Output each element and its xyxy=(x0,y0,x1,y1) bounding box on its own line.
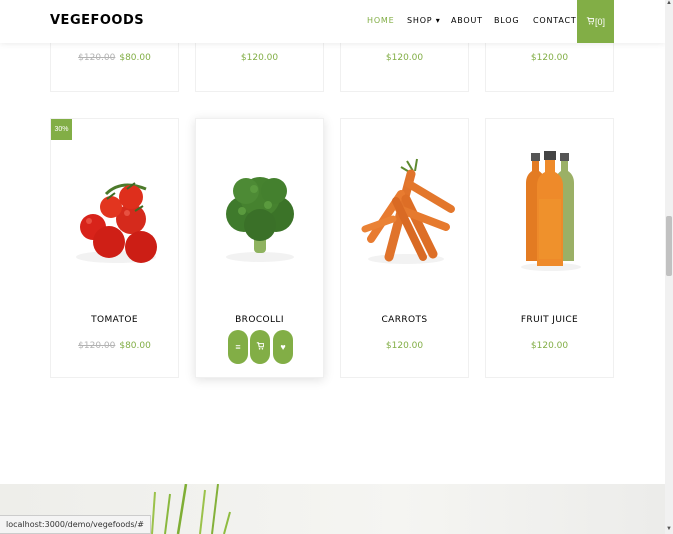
product-card-fruit-juice[interactable]: FRUIT JUICE $120.00 xyxy=(485,118,614,378)
menu-icon: ≡ xyxy=(235,342,241,352)
status-bar-url: localhost:3000/demo/vegefoods/# xyxy=(0,515,151,534)
product-name[interactable]: BROCOLLI xyxy=(196,315,323,325)
cart-icon xyxy=(256,342,265,352)
fruit-juice-image[interactable] xyxy=(496,139,605,274)
price: $80.00 xyxy=(119,341,151,351)
cart-button[interactable]: [0] xyxy=(577,0,614,43)
discount-badge: 30% xyxy=(51,119,72,140)
old-price: $120.00 xyxy=(78,341,116,351)
product-name[interactable]: FRUIT JUICE xyxy=(486,315,613,325)
brocolli-image[interactable] xyxy=(206,139,315,274)
product-card-carrots[interactable]: CARROTS $120.00 xyxy=(340,118,469,378)
nav-home[interactable]: HOME xyxy=(367,16,394,25)
scrollbar[interactable]: ▲ ▼ xyxy=(665,0,673,534)
price: $120.00 xyxy=(385,341,424,351)
wishlist-button[interactable]: ♥ xyxy=(273,330,293,364)
product-name[interactable]: TOMATOE xyxy=(51,315,178,325)
add-to-cart-button[interactable] xyxy=(250,330,270,364)
product-name[interactable]: CARROTS xyxy=(341,315,468,325)
scroll-up-icon[interactable]: ▲ xyxy=(665,0,673,6)
nav-about[interactable]: ABOUT xyxy=(451,16,483,25)
brand-logo[interactable]: VEGEFOODS xyxy=(50,13,144,28)
cart-count: [0] xyxy=(594,16,605,27)
price: $120.00 xyxy=(240,53,279,63)
nav-blog[interactable]: BLOG xyxy=(494,16,519,25)
product-card-tomatoe[interactable]: 30% TOMATOE $120.00 $80.00 xyxy=(50,118,179,378)
carrots-image[interactable] xyxy=(351,139,460,274)
price: $80.00 xyxy=(119,53,151,63)
nav-shop[interactable]: SHOP ▾ xyxy=(407,16,441,25)
scroll-thumb[interactable] xyxy=(666,216,672,276)
price: $120.00 xyxy=(530,341,569,351)
price-line: $120.00 $80.00 xyxy=(51,53,178,63)
old-price: $120.00 xyxy=(78,53,116,63)
navbar: VEGEFOODS HOME SHOP ▾ ABOUT BLOG CONTACT… xyxy=(0,0,665,43)
tomato-image[interactable] xyxy=(61,139,170,274)
nav-contact[interactable]: CONTACT xyxy=(533,16,577,25)
menu-button[interactable]: ≡ xyxy=(228,330,248,364)
cart-icon xyxy=(586,16,595,27)
price: $120.00 xyxy=(385,53,424,63)
heart-icon: ♥ xyxy=(280,342,286,352)
price: $120.00 xyxy=(530,53,569,63)
scroll-down-icon[interactable]: ▼ xyxy=(665,526,673,532)
product-card-brocolli[interactable]: BROCOLLI ≡ ♥ xyxy=(195,118,324,378)
